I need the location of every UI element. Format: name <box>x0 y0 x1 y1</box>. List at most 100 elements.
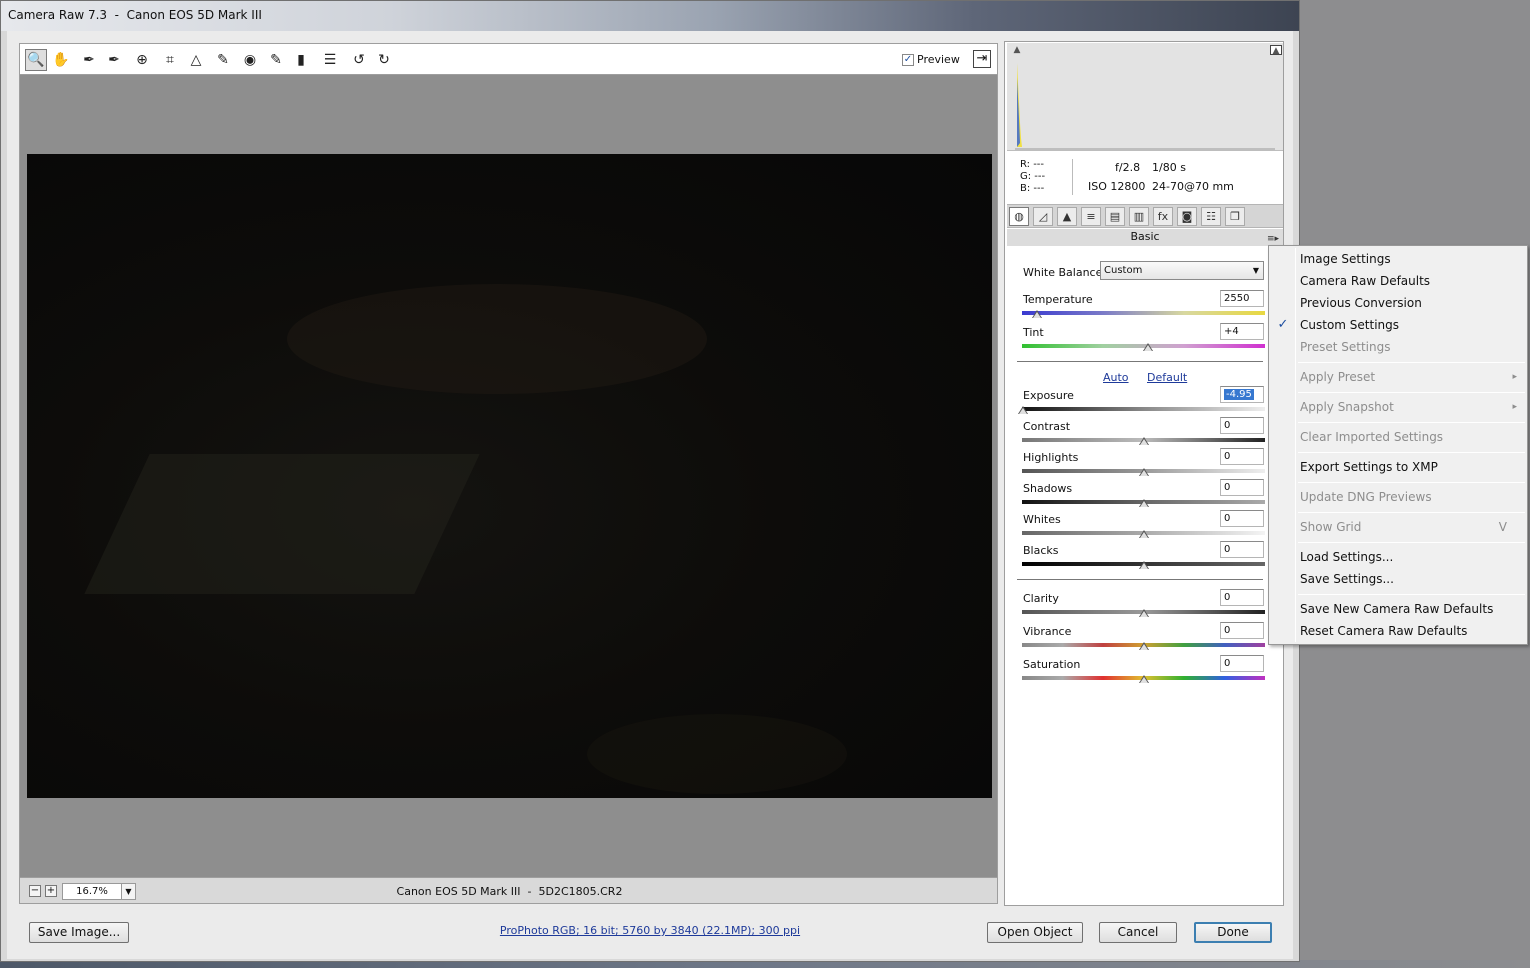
camera-raw-window: Camera Raw 7.3 - Canon EOS 5D Mark III 🔍… <box>0 0 1300 962</box>
snapshots-tab-icon[interactable]: ❐ <box>1225 207 1245 226</box>
exposure-field[interactable]: -4.95 <box>1220 386 1264 403</box>
temperature-slider[interactable] <box>1022 310 1265 318</box>
workflow-options-link[interactable]: ProPhoto RGB; 16 bit; 5760 by 3840 (22.1… <box>500 924 800 937</box>
menu-item-show-grid[interactable]: Show Grid V <box>1300 517 1525 537</box>
blacks-slider-thumb[interactable] <box>1138 561 1149 569</box>
lens-corrections-tab-icon[interactable]: ▥ <box>1129 207 1149 226</box>
contrast-slider-thumb[interactable] <box>1138 437 1149 445</box>
preview-label: Preview <box>917 53 960 66</box>
iso: ISO 12800 <box>1088 180 1146 193</box>
adjustment-brush-tool-icon[interactable]: ✎ <box>265 49 287 71</box>
file-name: Canon EOS 5D Mark III - 5D2C1805.CR2 <box>396 885 623 898</box>
menu-item-apply-snapshot[interactable]: Apply Snapshot ▸ <box>1300 397 1525 417</box>
menu-item-load-settings[interactable]: Load Settings... <box>1300 547 1525 567</box>
menu-item-export-settings-to-xmp[interactable]: Export Settings to XMP <box>1300 457 1525 477</box>
window-title: Camera Raw 7.3 - Canon EOS 5D Mark III <box>8 8 262 22</box>
title-bar[interactable]: Camera Raw 7.3 - Canon EOS 5D Mark III <box>1 1 1299 31</box>
menu-item-clear-imported-settings[interactable]: Clear Imported Settings <box>1300 427 1525 447</box>
hsl-tab-icon[interactable]: ≡ <box>1081 207 1101 226</box>
whites-slider-thumb[interactable] <box>1138 530 1149 538</box>
blacks-field[interactable]: 0 <box>1220 541 1264 558</box>
tint-slider-thumb[interactable] <box>1143 343 1154 351</box>
clarity-label: Clarity <box>1023 592 1059 605</box>
white-balance-tool-icon[interactable]: ✒ <box>78 49 100 71</box>
menu-item-apply-preset[interactable]: Apply Preset ▸ <box>1300 367 1525 387</box>
detail-tab-icon[interactable]: ▲ <box>1057 207 1077 226</box>
saturation-slider[interactable] <box>1022 675 1265 683</box>
highlights-slider-thumb[interactable] <box>1138 468 1149 476</box>
shadows-field[interactable]: 0 <box>1220 479 1264 496</box>
shadows-slider-thumb[interactable] <box>1138 499 1149 507</box>
highlights-field[interactable]: 0 <box>1220 448 1264 465</box>
lens: 24-70@70 mm <box>1152 180 1234 193</box>
menu-item-preset-settings[interactable]: Preset Settings <box>1300 337 1525 357</box>
vibrance-slider-thumb[interactable] <box>1138 642 1149 650</box>
tint-label: Tint <box>1023 326 1044 339</box>
menu-item-reset-camera-raw-defaults[interactable]: Reset Camera Raw Defaults <box>1300 621 1525 641</box>
white-balance-select[interactable]: Custom ▼ <box>1100 261 1264 280</box>
preview-toggle[interactable]: ✓ Preview <box>902 53 960 66</box>
targeted-adjustment-tool-icon[interactable]: ⊕ <box>131 49 153 71</box>
exposure-slider-thumb[interactable] <box>1018 406 1029 414</box>
image-preview-area[interactable] <box>19 75 998 877</box>
menu-item-apply-snapshot-label: Apply Snapshot <box>1300 400 1394 414</box>
full-screen-icon[interactable]: ⇥ <box>973 50 991 68</box>
temperature-field[interactable]: 2550 <box>1220 290 1264 307</box>
vibrance-field[interactable]: 0 <box>1220 622 1264 639</box>
default-link[interactable]: Default <box>1147 371 1187 384</box>
tint-field[interactable]: +4 <box>1220 323 1264 340</box>
tint-slider[interactable] <box>1022 343 1265 351</box>
shadows-slider[interactable] <box>1022 499 1265 507</box>
crop-tool-icon[interactable]: ⌗ <box>159 49 181 71</box>
saturation-field[interactable]: 0 <box>1220 655 1264 672</box>
chevron-down-icon: ▼ <box>1252 266 1259 275</box>
auto-link[interactable]: Auto <box>1103 371 1129 384</box>
whites-field[interactable]: 0 <box>1220 510 1264 527</box>
straighten-tool-icon[interactable]: △ <box>185 49 207 71</box>
color-sampler-tool-icon[interactable]: ✒ <box>103 49 125 71</box>
menu-item-camera-raw-defaults[interactable]: Camera Raw Defaults <box>1300 271 1525 291</box>
menu-item-previous-conversion[interactable]: Previous Conversion <box>1300 293 1525 313</box>
open-object-button[interactable]: Open Object <box>987 922 1083 943</box>
checkmark-icon: ✓ <box>1277 317 1289 332</box>
exposure-slider[interactable] <box>1018 406 1265 414</box>
basic-tab-icon[interactable]: ◍ <box>1009 207 1029 226</box>
presets-tab-icon[interactable]: ☷ <box>1201 207 1221 226</box>
graduated-filter-tool-icon[interactable]: ▮ <box>290 49 312 71</box>
cancel-button[interactable]: Cancel <box>1099 922 1177 943</box>
white-balance-label: White Balance: <box>1023 266 1107 279</box>
temperature-slider-thumb[interactable] <box>1031 310 1042 318</box>
divider <box>1017 579 1263 580</box>
contrast-slider[interactable] <box>1022 437 1265 445</box>
tone-curve-tab-icon[interactable]: ◿ <box>1033 207 1053 226</box>
preview-checkbox[interactable]: ✓ <box>902 53 914 66</box>
hand-tool-icon[interactable]: ✋ <box>50 49 72 71</box>
blue-readout: B: --- <box>1020 183 1045 194</box>
rotate-right-icon[interactable]: ↻ <box>373 49 395 71</box>
saturation-slider-thumb[interactable] <box>1138 675 1149 683</box>
camera-calibration-tab-icon[interactable]: ◙ <box>1177 207 1197 226</box>
effects-tab-icon[interactable]: fx <box>1153 207 1173 226</box>
menu-item-image-settings[interactable]: Image Settings <box>1300 249 1525 269</box>
clarity-slider[interactable] <box>1022 609 1265 617</box>
menu-item-save-settings[interactable]: Save Settings... <box>1300 569 1525 589</box>
blacks-slider[interactable] <box>1022 561 1265 569</box>
spot-removal-tool-icon[interactable]: ✎ <box>212 49 234 71</box>
split-toning-tab-icon[interactable]: ▤ <box>1105 207 1125 226</box>
done-button[interactable]: Done <box>1194 922 1272 943</box>
menu-item-save-new-camera-raw-defaults[interactable]: Save New Camera Raw Defaults <box>1300 599 1525 619</box>
red-eye-tool-icon[interactable]: ◉ <box>239 49 261 71</box>
menu-item-update-dng-previews[interactable]: Update DNG Previews <box>1300 487 1525 507</box>
whites-slider[interactable] <box>1022 530 1265 538</box>
zoom-tool-icon[interactable]: 🔍 <box>25 49 47 71</box>
vibrance-label: Vibrance <box>1023 625 1072 638</box>
contrast-field[interactable]: 0 <box>1220 417 1264 434</box>
menu-item-custom-settings[interactable]: Custom Settings <box>1300 315 1525 335</box>
preferences-icon[interactable]: ☰ <box>319 49 341 71</box>
tool-bar: 🔍 ✋ ✒ ✒ ⊕ ⌗ △ ✎ ◉ ✎ ▮ ☰ ↺ ↻ ✓ Preview ⇥ <box>19 43 998 75</box>
clarity-slider-thumb[interactable] <box>1138 609 1149 617</box>
vibrance-slider[interactable] <box>1022 642 1265 650</box>
highlights-slider[interactable] <box>1022 468 1265 476</box>
clarity-field[interactable]: 0 <box>1220 589 1264 606</box>
rotate-left-icon[interactable]: ↺ <box>348 49 370 71</box>
